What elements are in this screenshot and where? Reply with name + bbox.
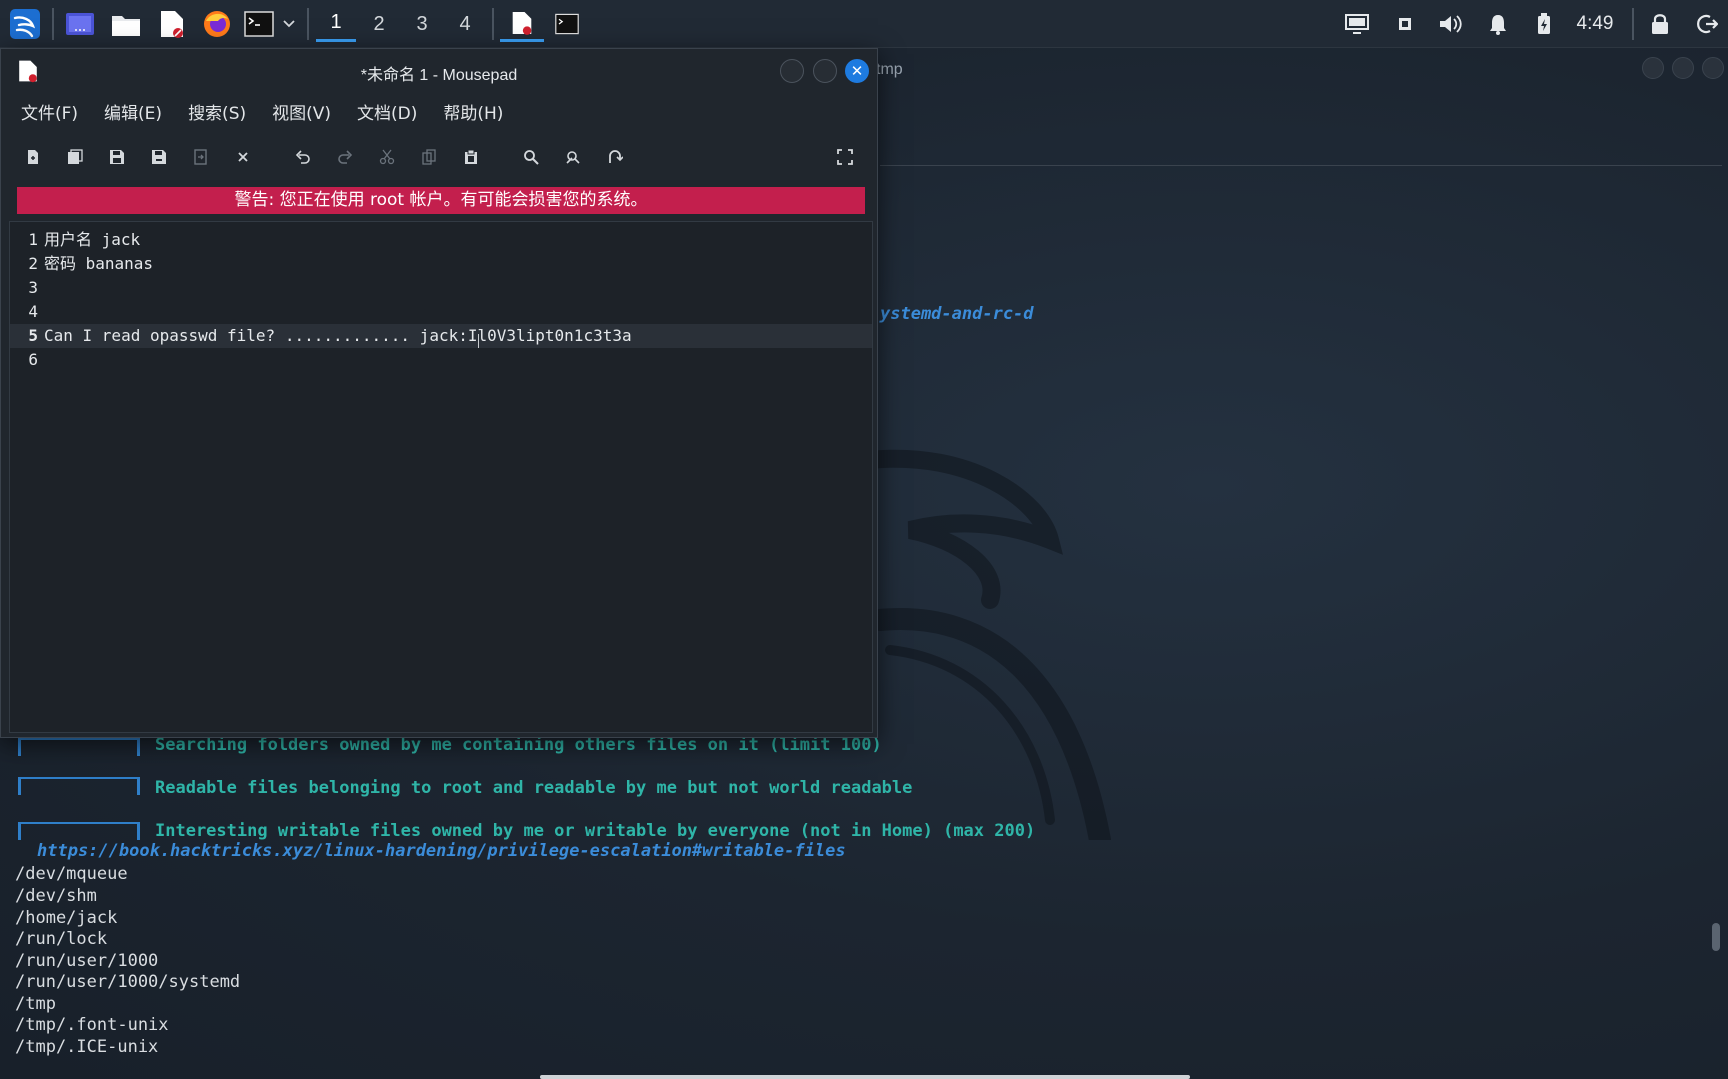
save-as-icon[interactable] [147, 145, 171, 169]
line-text[interactable]: 用户名 jack [44, 228, 140, 252]
close-tab-icon[interactable] [231, 145, 255, 169]
copy-icon[interactable] [417, 145, 441, 169]
clock[interactable]: 4:49 [1566, 6, 1624, 42]
file-manager-icon[interactable] [108, 6, 144, 42]
text-cursor-icon [478, 334, 480, 348]
new-document-icon[interactable] [21, 145, 45, 169]
menu-document[interactable]: 文档(D) [347, 99, 427, 129]
close-icon: ✕ [850, 62, 864, 80]
find-replace-icon[interactable] [561, 145, 585, 169]
root-warning-banner: 警告: 您正在使用 root 帐户。有可能会损害您的系统。 [17, 187, 865, 214]
menu-edit[interactable]: 编辑(E) [94, 99, 172, 129]
editor-line[interactable]: 1 用户名 jack [10, 228, 872, 252]
toolbar [15, 141, 865, 173]
editor-line[interactable]: 3 [10, 276, 872, 300]
notification-bell-icon[interactable] [1482, 6, 1514, 42]
path-line: /home/jack [15, 908, 118, 928]
path-line: /tmp/.font-unix [15, 1015, 169, 1035]
logout-icon[interactable] [1692, 6, 1722, 42]
new-window-icon[interactable] [63, 145, 87, 169]
cut-icon[interactable] [375, 145, 399, 169]
line-number: 1 [28, 230, 38, 249]
section-box-decoration [18, 822, 140, 840]
section-heading: Interesting writable files owned by me o… [155, 821, 1036, 841]
editor-line[interactable]: 2 密码 bananas [10, 252, 872, 276]
redo-icon[interactable] [333, 145, 357, 169]
taskbar: 1 2 3 4 4:49 [0, 0, 1728, 48]
network-icon[interactable] [1390, 6, 1420, 42]
find-icon[interactable] [519, 145, 543, 169]
terminal-tab-divider [880, 165, 1722, 166]
kali-menu-icon[interactable] [6, 6, 44, 42]
workspace-1[interactable]: 1 [316, 6, 356, 42]
path-line: /run/user/1000/systemd [15, 972, 241, 992]
editor-line[interactable]: 6 [10, 348, 872, 372]
section-box-decoration [18, 738, 140, 756]
menubar: 文件(F) 编辑(E) 搜索(S) 视图(V) 文档(D) 帮助(H) [11, 99, 519, 129]
path-line: /tmp/.ICE-unix [15, 1037, 159, 1057]
line-number: 5 [28, 326, 38, 345]
text-editor-icon[interactable] [154, 6, 190, 42]
paste-icon[interactable] [459, 145, 483, 169]
hacktricks-link[interactable]: https://book.hacktricks.xyz/linux-harden… [37, 841, 846, 861]
line-number: 4 [28, 302, 38, 321]
undo-icon[interactable] [291, 145, 315, 169]
section-heading: Readable files belonging to root and rea… [155, 778, 913, 798]
terminal-minimize-button[interactable] [1642, 57, 1664, 79]
menu-help[interactable]: 帮助(H) [433, 99, 513, 129]
line-number: 3 [28, 278, 38, 297]
section-box-decoration [18, 777, 140, 795]
firefox-icon[interactable] [199, 6, 235, 42]
close-button[interactable]: ✕ [845, 59, 869, 83]
terminal-scrollbar[interactable] [1712, 923, 1720, 951]
menu-file[interactable]: 文件(F) [11, 99, 88, 129]
editor-line-current[interactable]: 5 Can I read opasswd file? .............… [10, 324, 872, 348]
menu-view[interactable]: 视图(V) [262, 99, 341, 129]
volume-icon[interactable] [1435, 6, 1467, 42]
line-text[interactable]: Can I read opasswd file? ............. j… [44, 324, 632, 348]
chevron-down-icon[interactable] [280, 6, 298, 42]
terminal-link-fragment[interactable]: ystemd-and-rc-d [880, 304, 1034, 324]
section-heading: Searching folders owned by me containing… [155, 735, 882, 755]
terminal-horizontal-scrollbar[interactable] [540, 1075, 1190, 1079]
minimize-button[interactable] [780, 59, 804, 83]
mousepad-titlebar[interactable]: *未命名 1 - Mousepad ✕ [1, 49, 877, 93]
line-number: 2 [28, 254, 38, 273]
path-line: /run/lock [15, 929, 108, 949]
workspace-4[interactable]: 4 [445, 6, 485, 42]
workspace-3[interactable]: 3 [402, 6, 442, 42]
reload-icon[interactable] [189, 145, 213, 169]
terminal-close-button[interactable] [1702, 57, 1724, 79]
line-text[interactable]: 密码 bananas [44, 252, 153, 276]
goto-icon[interactable] [603, 145, 627, 169]
line-number: 6 [28, 350, 38, 369]
display-icon[interactable] [1342, 6, 1372, 42]
maximize-button[interactable] [813, 59, 837, 83]
path-line: /run/user/1000 [15, 951, 159, 971]
terminal-icon[interactable] [242, 6, 276, 42]
path-line: /tmp [15, 994, 56, 1014]
path-line: /dev/mqueue [15, 864, 128, 884]
lock-icon[interactable] [1646, 6, 1674, 42]
mousepad-window[interactable]: *未命名 1 - Mousepad ✕ 文件(F) 编辑(E) 搜索(S) 视图… [0, 48, 878, 738]
path-line: /dev/shm [15, 886, 97, 906]
text-editor[interactable]: 1 用户名 jack 2 密码 bananas 3 4 5 Can I read… [9, 221, 873, 733]
fullscreen-icon[interactable] [833, 145, 857, 169]
terminal-title: tmp [876, 61, 903, 78]
terminal-maximize-button[interactable] [1672, 57, 1694, 79]
mousepad-task-icon[interactable] [500, 6, 544, 42]
terminal-task-icon[interactable] [545, 6, 589, 42]
window-title: *未命名 1 - Mousepad [360, 67, 518, 84]
battery-icon[interactable] [1530, 6, 1558, 42]
workspace-2[interactable]: 2 [359, 6, 399, 42]
editor-line[interactable]: 4 [10, 300, 872, 324]
save-icon[interactable] [105, 145, 129, 169]
menu-search[interactable]: 搜索(S) [178, 99, 256, 129]
desktop-icon[interactable] [62, 6, 98, 42]
